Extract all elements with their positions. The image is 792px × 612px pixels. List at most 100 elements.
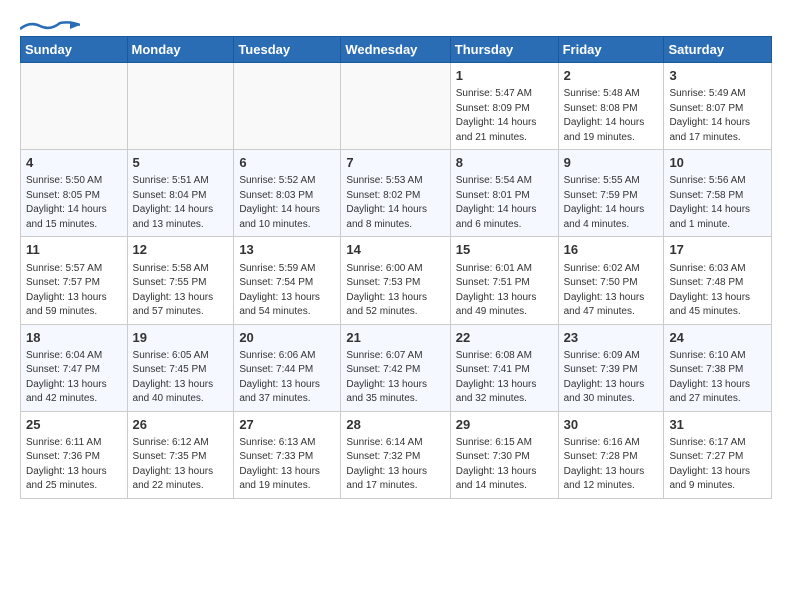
calendar-cell: 21 Sunrise: 6:07 AM Sunset: 7:42 PM Dayli… bbox=[341, 324, 450, 411]
day-number: 5 bbox=[133, 154, 229, 172]
day-number: 11 bbox=[26, 241, 122, 259]
calendar-cell: 6 Sunrise: 5:52 AM Sunset: 8:03 PM Daylig… bbox=[234, 150, 341, 237]
calendar-header-row: SundayMondayTuesdayWednesdayThursdayFrid… bbox=[21, 37, 772, 63]
header bbox=[20, 16, 772, 26]
day-number: 22 bbox=[456, 329, 553, 347]
day-number: 4 bbox=[26, 154, 122, 172]
calendar-cell: 9 Sunrise: 5:55 AM Sunset: 7:59 PM Daylig… bbox=[558, 150, 664, 237]
calendar-cell: 7 Sunrise: 5:53 AM Sunset: 8:02 PM Daylig… bbox=[341, 150, 450, 237]
day-info: Sunrise: 6:08 AM Sunset: 7:41 PM Dayligh… bbox=[456, 349, 553, 407]
day-info: Sunrise: 6:05 AM Sunset: 7:45 PM Dayligh… bbox=[133, 349, 229, 407]
day-info: Sunrise: 6:04 AM Sunset: 7:47 PM Dayligh… bbox=[26, 349, 122, 407]
day-info: Sunrise: 6:06 AM Sunset: 7:44 PM Dayligh… bbox=[239, 349, 335, 407]
day-info: Sunrise: 5:49 AM Sunset: 8:07 PM Dayligh… bbox=[669, 87, 766, 145]
calendar-header-sunday: Sunday bbox=[21, 37, 128, 63]
day-number: 2 bbox=[564, 67, 659, 85]
day-info: Sunrise: 5:47 AM Sunset: 8:09 PM Dayligh… bbox=[456, 87, 553, 145]
day-number: 16 bbox=[564, 241, 659, 259]
calendar-cell: 15 Sunrise: 6:01 AM Sunset: 7:51 PM Dayli… bbox=[450, 237, 558, 324]
day-info: Sunrise: 6:14 AM Sunset: 7:32 PM Dayligh… bbox=[346, 436, 444, 494]
day-info: Sunrise: 5:51 AM Sunset: 8:04 PM Dayligh… bbox=[133, 174, 229, 232]
day-number: 9 bbox=[564, 154, 659, 172]
day-info: Sunrise: 5:54 AM Sunset: 8:01 PM Dayligh… bbox=[456, 174, 553, 232]
calendar-week-2: 4 Sunrise: 5:50 AM Sunset: 8:05 PM Daylig… bbox=[21, 150, 772, 237]
day-number: 10 bbox=[669, 154, 766, 172]
calendar-cell: 31 Sunrise: 6:17 AM Sunset: 7:27 PM Dayli… bbox=[664, 411, 772, 498]
day-number: 1 bbox=[456, 67, 553, 85]
calendar-header-friday: Friday bbox=[558, 37, 664, 63]
calendar-cell: 22 Sunrise: 6:08 AM Sunset: 7:41 PM Dayli… bbox=[450, 324, 558, 411]
day-number: 26 bbox=[133, 416, 229, 434]
day-info: Sunrise: 5:56 AM Sunset: 7:58 PM Dayligh… bbox=[669, 174, 766, 232]
calendar-cell: 13 Sunrise: 5:59 AM Sunset: 7:54 PM Dayli… bbox=[234, 237, 341, 324]
day-info: Sunrise: 6:03 AM Sunset: 7:48 PM Dayligh… bbox=[669, 262, 766, 320]
day-info: Sunrise: 6:09 AM Sunset: 7:39 PM Dayligh… bbox=[564, 349, 659, 407]
logo bbox=[20, 16, 80, 26]
day-info: Sunrise: 5:57 AM Sunset: 7:57 PM Dayligh… bbox=[26, 262, 122, 320]
day-number: 14 bbox=[346, 241, 444, 259]
day-number: 17 bbox=[669, 241, 766, 259]
calendar-week-3: 11 Sunrise: 5:57 AM Sunset: 7:57 PM Dayli… bbox=[21, 237, 772, 324]
day-number: 12 bbox=[133, 241, 229, 259]
calendar-week-5: 25Sunrise: 6:11 AM Sunset: 7:36 PM Dayli… bbox=[21, 411, 772, 498]
day-info: Sunrise: 6:07 AM Sunset: 7:42 PM Dayligh… bbox=[346, 349, 444, 407]
calendar-header-monday: Monday bbox=[127, 37, 234, 63]
calendar-cell: 24Sunrise: 6:10 AM Sunset: 7:38 PM Dayli… bbox=[664, 324, 772, 411]
day-number: 3 bbox=[669, 67, 766, 85]
day-number: 8 bbox=[456, 154, 553, 172]
day-number: 13 bbox=[239, 241, 335, 259]
day-info: Sunrise: 6:15 AM Sunset: 7:30 PM Dayligh… bbox=[456, 436, 553, 494]
calendar: SundayMondayTuesdayWednesdayThursdayFrid… bbox=[20, 36, 772, 499]
day-info: Sunrise: 6:17 AM Sunset: 7:27 PM Dayligh… bbox=[669, 436, 766, 494]
day-info: Sunrise: 6:10 AM Sunset: 7:38 PM Dayligh… bbox=[669, 349, 766, 407]
day-number: 7 bbox=[346, 154, 444, 172]
day-info: Sunrise: 5:55 AM Sunset: 7:59 PM Dayligh… bbox=[564, 174, 659, 232]
calendar-cell: 3 Sunrise: 5:49 AM Sunset: 8:07 PM Daylig… bbox=[664, 63, 772, 150]
calendar-cell bbox=[21, 63, 128, 150]
calendar-week-1: 1 Sunrise: 5:47 AM Sunset: 8:09 PM Daylig… bbox=[21, 63, 772, 150]
calendar-cell: 14 Sunrise: 6:00 AM Sunset: 7:53 PM Dayli… bbox=[341, 237, 450, 324]
calendar-cell: 11 Sunrise: 5:57 AM Sunset: 7:57 PM Dayli… bbox=[21, 237, 128, 324]
day-info: Sunrise: 5:59 AM Sunset: 7:54 PM Dayligh… bbox=[239, 262, 335, 320]
calendar-cell: 29 Sunrise: 6:15 AM Sunset: 7:30 PM Dayli… bbox=[450, 411, 558, 498]
day-number: 30 bbox=[564, 416, 659, 434]
page: SundayMondayTuesdayWednesdayThursdayFrid… bbox=[0, 0, 792, 509]
day-number: 18 bbox=[26, 329, 122, 347]
calendar-cell: 27 Sunrise: 6:13 AM Sunset: 7:33 PM Dayli… bbox=[234, 411, 341, 498]
day-info: Sunrise: 6:16 AM Sunset: 7:28 PM Dayligh… bbox=[564, 436, 659, 494]
day-number: 28 bbox=[346, 416, 444, 434]
day-info: Sunrise: 6:00 AM Sunset: 7:53 PM Dayligh… bbox=[346, 262, 444, 320]
calendar-cell: 26 Sunrise: 6:12 AM Sunset: 7:35 PM Dayli… bbox=[127, 411, 234, 498]
day-number: 15 bbox=[456, 241, 553, 259]
day-info: Sunrise: 5:53 AM Sunset: 8:02 PM Dayligh… bbox=[346, 174, 444, 232]
calendar-cell: 5 Sunrise: 5:51 AM Sunset: 8:04 PM Daylig… bbox=[127, 150, 234, 237]
day-info: Sunrise: 6:12 AM Sunset: 7:35 PM Dayligh… bbox=[133, 436, 229, 494]
calendar-cell: 20 Sunrise: 6:06 AM Sunset: 7:44 PM Dayli… bbox=[234, 324, 341, 411]
day-number: 20 bbox=[239, 329, 335, 347]
calendar-cell: 10 Sunrise: 5:56 AM Sunset: 7:58 PM Dayli… bbox=[664, 150, 772, 237]
day-number: 21 bbox=[346, 329, 444, 347]
day-number: 25 bbox=[26, 416, 122, 434]
day-info: Sunrise: 6:13 AM Sunset: 7:33 PM Dayligh… bbox=[239, 436, 335, 494]
calendar-cell: 19Sunrise: 6:05 AM Sunset: 7:45 PM Dayli… bbox=[127, 324, 234, 411]
calendar-cell: 8 Sunrise: 5:54 AM Sunset: 8:01 PM Daylig… bbox=[450, 150, 558, 237]
calendar-cell: 23Sunrise: 6:09 AM Sunset: 7:39 PM Dayli… bbox=[558, 324, 664, 411]
day-info: Sunrise: 5:48 AM Sunset: 8:08 PM Dayligh… bbox=[564, 87, 659, 145]
calendar-cell: 16Sunrise: 6:02 AM Sunset: 7:50 PM Dayli… bbox=[558, 237, 664, 324]
day-number: 31 bbox=[669, 416, 766, 434]
day-info: Sunrise: 6:01 AM Sunset: 7:51 PM Dayligh… bbox=[456, 262, 553, 320]
day-info: Sunrise: 5:52 AM Sunset: 8:03 PM Dayligh… bbox=[239, 174, 335, 232]
calendar-cell: 17 Sunrise: 6:03 AM Sunset: 7:48 PM Dayli… bbox=[664, 237, 772, 324]
calendar-cell: 1 Sunrise: 5:47 AM Sunset: 8:09 PM Daylig… bbox=[450, 63, 558, 150]
calendar-header-wednesday: Wednesday bbox=[341, 37, 450, 63]
day-info: Sunrise: 5:50 AM Sunset: 8:05 PM Dayligh… bbox=[26, 174, 122, 232]
day-number: 29 bbox=[456, 416, 553, 434]
day-number: 6 bbox=[239, 154, 335, 172]
calendar-cell: 25Sunrise: 6:11 AM Sunset: 7:36 PM Dayli… bbox=[21, 411, 128, 498]
day-info: Sunrise: 5:58 AM Sunset: 7:55 PM Dayligh… bbox=[133, 262, 229, 320]
calendar-cell bbox=[127, 63, 234, 150]
calendar-week-4: 18 Sunrise: 6:04 AM Sunset: 7:47 PM Dayli… bbox=[21, 324, 772, 411]
day-number: 27 bbox=[239, 416, 335, 434]
calendar-cell: 4 Sunrise: 5:50 AM Sunset: 8:05 PM Daylig… bbox=[21, 150, 128, 237]
calendar-cell: 2 Sunrise: 5:48 AM Sunset: 8:08 PM Daylig… bbox=[558, 63, 664, 150]
